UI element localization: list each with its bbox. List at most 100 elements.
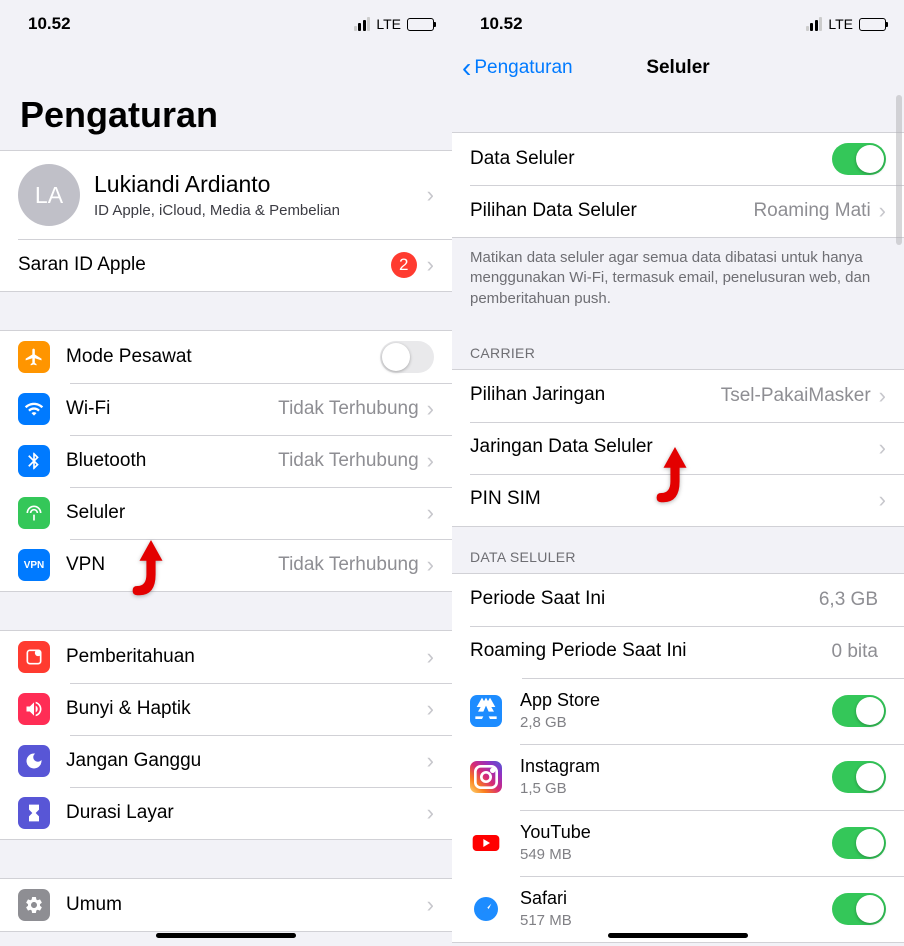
network-selection-cell[interactable]: Pilihan Jaringan Tsel-PakaiMasker › (452, 370, 904, 422)
wifi-cell[interactable]: Wi-Fi Tidak Terhubung › (0, 383, 452, 435)
home-indicator (608, 933, 748, 938)
vpn-value: Tidak Terhubung (278, 554, 419, 576)
airplane-label: Mode Pesawat (66, 346, 380, 369)
screentime-label: Durasi Layar (66, 802, 427, 825)
chevron-right-icon: › (427, 448, 434, 474)
moon-icon (18, 745, 50, 777)
pointer-annotation (128, 540, 174, 598)
notifications-label: Pemberitahuan (66, 646, 427, 669)
network-selection-value: Tsel-PakaiMasker (721, 385, 871, 407)
instagram-icon (470, 761, 502, 793)
status-time: 10.52 (28, 14, 71, 34)
page-title: Pengaturan (0, 44, 452, 150)
sounds-label: Bunyi & Haptik (66, 698, 427, 721)
chevron-right-icon: › (427, 696, 434, 722)
battery-icon (859, 18, 886, 31)
app-appstore-cell[interactable]: App Store 2,8 GB (452, 678, 904, 744)
data-options-cell[interactable]: Pilihan Data Seluler Roaming Mati › (452, 185, 904, 237)
cellular-label: Seluler (66, 502, 427, 525)
screentime-cell[interactable]: Durasi Layar › (0, 787, 452, 839)
app-toggle[interactable] (832, 893, 886, 925)
wifi-label: Wi-Fi (66, 398, 278, 421)
notifications-icon (18, 641, 50, 673)
app-toggle[interactable] (832, 827, 886, 859)
safari-icon (470, 893, 502, 925)
nav-back-button[interactable]: ‹ Pengaturan (462, 54, 573, 82)
sounds-icon (18, 693, 50, 725)
vpn-icon: VPN (18, 549, 50, 581)
cellular-data-toggle[interactable] (832, 143, 886, 175)
suggestion-badge: 2 (391, 252, 417, 278)
general-cell[interactable]: Umum › (0, 879, 452, 931)
app-name: YouTube (520, 822, 832, 844)
current-period-cell: Periode Saat Ini 6,3 GB (452, 574, 904, 626)
roaming-period-label: Roaming Periode Saat Ini (470, 640, 832, 663)
airplane-toggle[interactable] (380, 341, 434, 373)
chevron-right-icon: › (879, 383, 886, 409)
app-name: Instagram (520, 756, 832, 778)
chevron-right-icon: › (879, 198, 886, 224)
youtube-icon (470, 827, 502, 859)
app-instagram-cell[interactable]: Instagram 1,5 GB (452, 744, 904, 810)
cellular-cell[interactable]: Seluler › (0, 487, 452, 539)
chevron-right-icon: › (427, 748, 434, 774)
status-right: LTE (354, 16, 434, 32)
hourglass-icon (18, 797, 50, 829)
status-bar: 10.52 LTE (0, 0, 452, 44)
sounds-cell[interactable]: Bunyi & Haptik › (0, 683, 452, 735)
chevron-right-icon: › (879, 487, 886, 513)
dnd-cell[interactable]: Jangan Ganggu › (0, 735, 452, 787)
airplane-mode-cell[interactable]: Mode Pesawat (0, 331, 452, 383)
data-usage-header: DATA SELULER (452, 527, 904, 573)
suggestion-label: Saran ID Apple (18, 254, 391, 277)
app-usage: 549 MB (520, 846, 832, 863)
profile-caption: ID Apple, iCloud, Media & Pembelian (94, 202, 427, 219)
appstore-icon (470, 695, 502, 727)
app-toggle[interactable] (832, 761, 886, 793)
general-label: Umum (66, 894, 427, 917)
network-indicator: LTE (828, 16, 853, 32)
app-youtube-cell[interactable]: YouTube 549 MB (452, 810, 904, 876)
current-period-value: 6,3 GB (819, 589, 878, 611)
battery-icon (407, 18, 434, 31)
home-indicator (156, 933, 296, 938)
chevron-right-icon: › (427, 396, 434, 422)
scrollbar[interactable] (896, 95, 902, 265)
signal-icon (806, 17, 823, 31)
chevron-right-icon: › (427, 892, 434, 918)
avatar: LA (18, 164, 80, 226)
network-selection-label: Pilihan Jaringan (470, 384, 721, 407)
avatar-initials: LA (35, 182, 63, 209)
roaming-period-cell: Roaming Periode Saat Ini 0 bita (452, 626, 904, 678)
chevron-right-icon: › (879, 435, 886, 461)
app-safari-cell[interactable]: Safari 517 MB (452, 876, 904, 942)
notifications-cell[interactable]: Pemberitahuan › (0, 631, 452, 683)
bluetooth-icon (18, 445, 50, 477)
status-bar: 10.52 LTE (452, 0, 904, 44)
status-right: LTE (806, 16, 886, 32)
dnd-label: Jangan Ganggu (66, 750, 427, 773)
chevron-right-icon: › (427, 800, 434, 826)
profile-cell[interactable]: LA Lukiandi Ardianto ID Apple, iCloud, M… (0, 151, 452, 239)
wifi-value: Tidak Terhubung (278, 398, 419, 420)
cellular-icon (18, 497, 50, 529)
chevron-left-icon: ‹ (462, 54, 471, 82)
cellular-data-cell[interactable]: Data Seluler (452, 133, 904, 185)
gear-icon (18, 889, 50, 921)
screen-cellular: 10.52 LTE ‹ Pengaturan Seluler (452, 0, 904, 946)
apple-id-suggestion-cell[interactable]: Saran ID Apple 2 › (0, 239, 452, 291)
app-toggle[interactable] (832, 695, 886, 727)
pointer-annotation (652, 447, 698, 505)
cellular-data-label: Data Seluler (470, 148, 832, 171)
vpn-cell[interactable]: VPN VPN Tidak Terhubung › (0, 539, 452, 591)
app-name: Safari (520, 888, 832, 910)
chevron-right-icon: › (427, 644, 434, 670)
bluetooth-label: Bluetooth (66, 450, 278, 473)
chevron-right-icon: › (427, 500, 434, 526)
signal-icon (354, 17, 371, 31)
bluetooth-cell[interactable]: Bluetooth Tidak Terhubung › (0, 435, 452, 487)
profile-name: Lukiandi Ardianto (94, 171, 427, 198)
chevron-right-icon: › (427, 182, 434, 208)
nav-back-label: Pengaturan (474, 57, 572, 79)
app-usage: 517 MB (520, 912, 832, 929)
